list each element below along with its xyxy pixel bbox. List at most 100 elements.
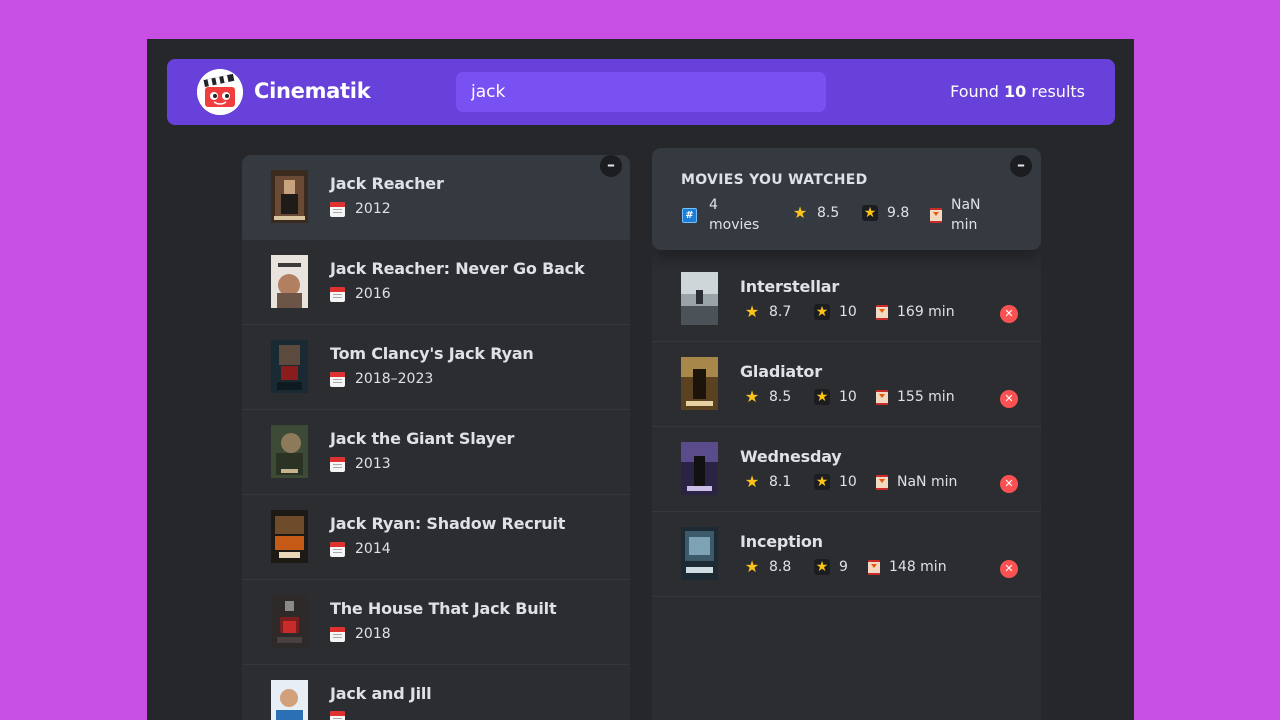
movie-title: Jack the Giant Slayer	[330, 429, 515, 448]
year-label: 2018	[355, 626, 391, 642]
results-suffix: results	[1031, 82, 1085, 101]
watched-title: Interstellar	[740, 277, 840, 296]
user-star-icon: ★	[814, 559, 830, 575]
watched-stats: ★ 8.1 ★ 10 NaN min	[744, 474, 994, 494]
watched-count: 4 movies	[709, 197, 760, 233]
movie-poster	[271, 425, 308, 478]
watched-stats: ★ 8.7 ★ 10 169 min	[744, 304, 994, 324]
year-label: 2012	[355, 201, 391, 217]
avg-imdb-stat: ★ 8.5	[792, 203, 840, 222]
delete-button[interactable]: ✕	[1000, 475, 1018, 493]
movie-item[interactable]: Jack Reacher: Never Go Back 2016	[242, 240, 630, 325]
user-star-icon: ★	[862, 205, 878, 221]
movie-year	[330, 711, 355, 720]
movie-year: 2014	[330, 541, 391, 557]
calendar-icon	[330, 456, 345, 472]
movie-title: Jack Reacher	[330, 174, 444, 193]
watched-panel: – MOVIES YOU WATCHED # 4 movies ★ 8.5 ★ 9…	[652, 148, 1041, 720]
summary-title: MOVIES YOU WATCHED	[681, 172, 868, 188]
movie-item[interactable]: Jack Reacher 2012	[242, 155, 630, 240]
year-label: 2016	[355, 286, 391, 302]
user-rating: ★ 10	[814, 304, 857, 320]
calendar-icon	[330, 201, 345, 217]
user-star-icon: ★	[814, 304, 830, 320]
year-label: 2018–2023	[355, 371, 434, 387]
imdb-rating: ★ 8.8	[744, 557, 792, 576]
movie-poster	[681, 442, 718, 495]
watched-item: Inception ★ 8.8 ★ 9 148 min ✕	[652, 512, 1041, 597]
watched-summary: MOVIES YOU WATCHED # 4 movies ★ 8.5 ★ 9.8…	[652, 148, 1041, 250]
movie-poster	[271, 170, 308, 223]
navbar: Cinematik Found 10 results	[167, 59, 1115, 125]
collapse-watched-button[interactable]: –	[1010, 155, 1032, 177]
movie-item[interactable]: Jack and Jill	[242, 665, 630, 720]
search-results-panel: – Jack Reacher 2012 Jack Reacher: Never …	[242, 155, 630, 720]
movie-title: Tom Clancy's Jack Ryan	[330, 344, 534, 363]
movie-poster	[271, 510, 308, 563]
delete-button[interactable]: ✕	[1000, 305, 1018, 323]
search-input[interactable]	[456, 72, 826, 112]
watched-stats: ★ 8.5 ★ 10 155 min	[744, 389, 994, 409]
runtime: 155 min	[876, 389, 955, 405]
movie-year: 2013	[330, 456, 391, 472]
avg-runtime-stat: NaN min	[930, 195, 981, 235]
watched-item: Gladiator ★ 8.5 ★ 10 155 min ✕	[652, 342, 1041, 427]
movie-title: The House That Jack Built	[330, 599, 557, 618]
clapperboard-logo-icon	[197, 69, 243, 115]
calendar-icon	[330, 371, 345, 387]
movie-title: Jack Reacher: Never Go Back	[330, 259, 585, 278]
calendar-icon	[330, 711, 345, 720]
watched-title: Wednesday	[740, 447, 842, 466]
movie-poster	[271, 595, 308, 648]
watched-title: Inception	[740, 532, 823, 551]
imdb-rating: ★ 8.5	[744, 387, 792, 406]
calendar-icon	[330, 626, 345, 642]
calendar-icon	[330, 541, 345, 557]
avg-imdb-rating: 8.5	[817, 205, 840, 221]
star-icon: ★	[744, 387, 760, 406]
movie-year: 2016	[330, 286, 391, 302]
movie-poster	[681, 527, 718, 580]
movie-poster	[681, 272, 718, 325]
watched-title: Gladiator	[740, 362, 822, 381]
hash-icon: #	[682, 207, 697, 223]
user-rating: ★ 10	[814, 389, 857, 405]
hourglass-icon	[876, 474, 888, 490]
movie-item[interactable]: Tom Clancy's Jack Ryan 2018–2023	[242, 325, 630, 410]
movie-title: Jack Ryan: Shadow Recruit	[330, 514, 566, 533]
movie-year: 2018–2023	[330, 371, 433, 387]
app-window: Cinematik Found 10 results – Jack Reache…	[147, 39, 1134, 720]
movie-item[interactable]: The House That Jack Built 2018	[242, 580, 630, 665]
hourglass-icon	[930, 207, 942, 223]
results-count: Found 10 results	[950, 82, 1085, 101]
star-icon: ★	[744, 557, 760, 576]
movie-item[interactable]: Jack Ryan: Shadow Recruit 2014	[242, 495, 630, 580]
movie-item[interactable]: Jack the Giant Slayer 2013	[242, 410, 630, 495]
delete-button[interactable]: ✕	[1000, 560, 1018, 578]
watched-item: Wednesday ★ 8.1 ★ 10 NaN min ✕	[652, 427, 1041, 512]
avg-user-rating: 9.8	[887, 205, 910, 221]
hourglass-icon	[876, 389, 888, 405]
star-icon: ★	[744, 302, 760, 321]
hourglass-icon	[876, 304, 888, 320]
collapse-results-button[interactable]: –	[600, 155, 622, 177]
user-rating: ★ 9	[814, 559, 848, 575]
runtime: 148 min	[868, 559, 947, 575]
avg-user-stat: ★ 9.8	[862, 205, 909, 221]
delete-button[interactable]: ✕	[1000, 390, 1018, 408]
user-star-icon: ★	[814, 389, 830, 405]
runtime: 169 min	[876, 304, 955, 320]
results-prefix: Found	[950, 82, 999, 101]
imdb-rating: ★ 8.1	[744, 472, 792, 491]
user-rating: ★ 10	[814, 474, 857, 490]
movie-year: 2018	[330, 626, 391, 642]
year-label: 2014	[355, 541, 391, 557]
watched-stats: ★ 8.8 ★ 9 148 min	[744, 559, 994, 579]
results-number: 10	[1004, 82, 1027, 101]
avg-runtime: NaN min	[951, 197, 981, 233]
movie-poster	[681, 357, 718, 410]
movie-year: 2012	[330, 201, 391, 217]
calendar-icon	[330, 286, 345, 302]
star-icon: ★	[792, 203, 808, 222]
movie-title: Jack and Jill	[330, 684, 432, 703]
